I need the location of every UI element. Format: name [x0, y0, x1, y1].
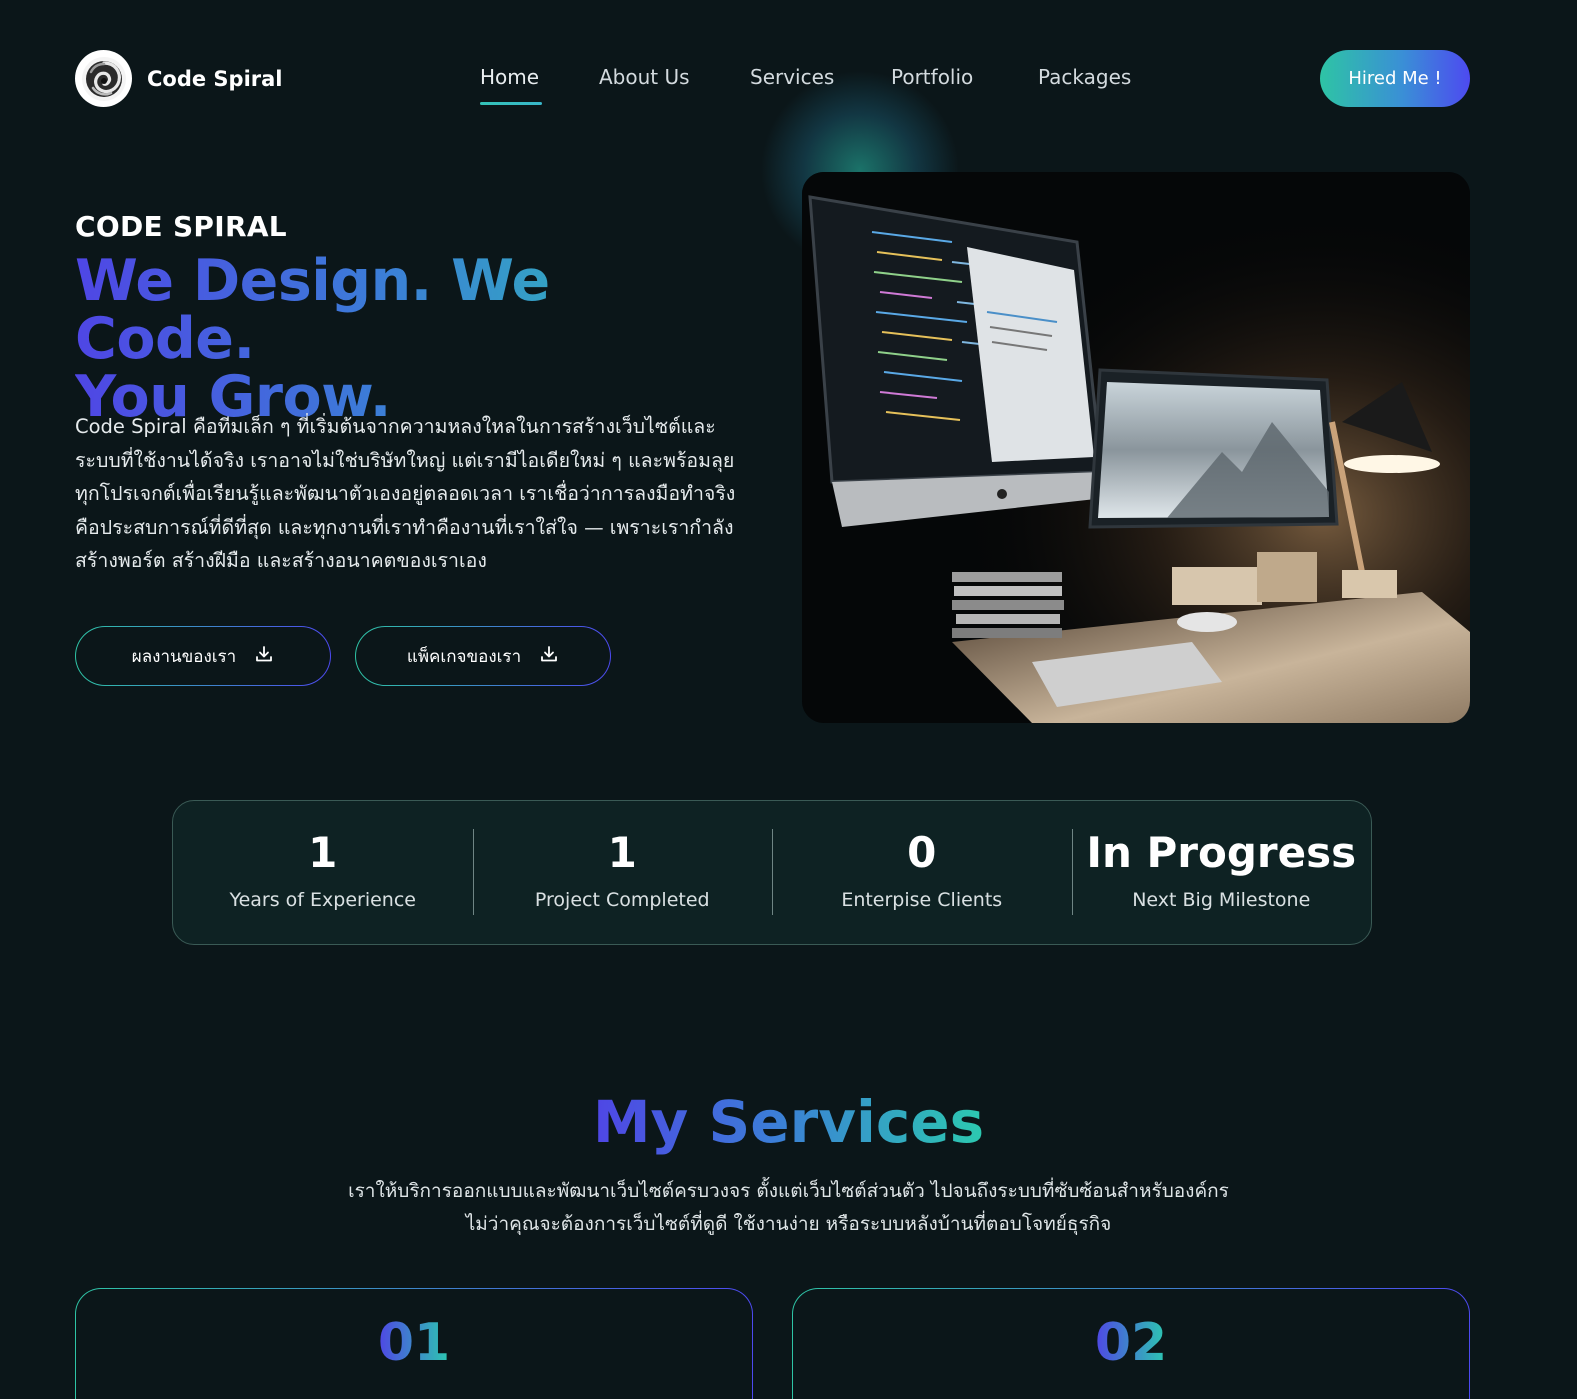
services-description-line2: ไม่ว่าคุณจะต้องการเว็บไซต์ที่ดูดี ใช้งาน… — [465, 1213, 1112, 1235]
service-card[interactable]: 01 — [75, 1288, 753, 1399]
stat-value: In Progress — [1086, 828, 1357, 877]
hero-headline-line1: We Design. We Code. — [75, 248, 550, 372]
hero-eyebrow: CODE SPIRAL — [75, 210, 287, 243]
portfolio-button-label: ผลงานของเรา — [131, 646, 237, 667]
stat-value: 1 — [308, 828, 338, 877]
stat-label: Project Completed — [534, 889, 710, 911]
stat-label: Enterpise Clients — [841, 889, 1003, 911]
services-title-text: My Services — [592, 1088, 985, 1156]
stat-value: 1 — [607, 828, 637, 877]
stat-label: Years of Experience — [229, 889, 416, 911]
stat-enterprise-clients: 0 Enterpise Clients — [772, 801, 1072, 944]
stat-years-experience: 1 Years of Experience — [173, 801, 473, 944]
nav-active-indicator — [480, 64, 542, 106]
services-title: My Services — [0, 1088, 1577, 1156]
service-card-number: 02 — [793, 1313, 1469, 1373]
nav-item-about-us[interactable]: About Us — [599, 64, 690, 90]
service-card[interactable]: 02 — [792, 1288, 1470, 1399]
service-card-number: 01 — [76, 1313, 752, 1373]
stat-next-milestone: In Progress Next Big Milestone — [1071, 801, 1372, 944]
hero-description: Code Spiral คือทีมเล็ก ๆ ที่เริ่มต้นจากค… — [75, 415, 736, 572]
service-card-number-text: 02 — [1094, 1313, 1168, 1373]
hired-me-button[interactable]: Hired Me ! — [1320, 50, 1470, 107]
portfolio-download-button[interactable]: ผลงานของเรา — [75, 626, 331, 686]
hero-image-workspace — [802, 172, 1470, 723]
hero-headline: We Design. We Code. You Grow. — [75, 252, 735, 426]
stat-label: Next Big Milestone — [1132, 889, 1311, 911]
download-icon — [254, 644, 274, 669]
service-card-number-text: 01 — [377, 1313, 451, 1373]
services-description: เราให้บริการออกแบบและพัฒนาเว็บไซต์ครบวงจ… — [0, 1175, 1577, 1241]
nav-item-packages[interactable]: Packages — [1038, 64, 1131, 90]
stat-projects-completed: 1 Project Completed — [472, 801, 773, 944]
stat-value: 0 — [907, 828, 937, 877]
page: Code Spiral Home About Us Services Portf… — [0, 0, 1577, 1399]
services-description-line1: เราให้บริการออกแบบและพัฒนาเว็บไซต์ครบวงจ… — [348, 1180, 1229, 1202]
stats-panel: 1 Years of Experience 1 Project Complete… — [172, 800, 1372, 945]
packages-button-label: แพ็คเกจของเรา — [406, 646, 522, 667]
packages-download-button[interactable]: แพ็คเกจของเรา — [355, 626, 611, 686]
download-icon — [539, 644, 559, 669]
